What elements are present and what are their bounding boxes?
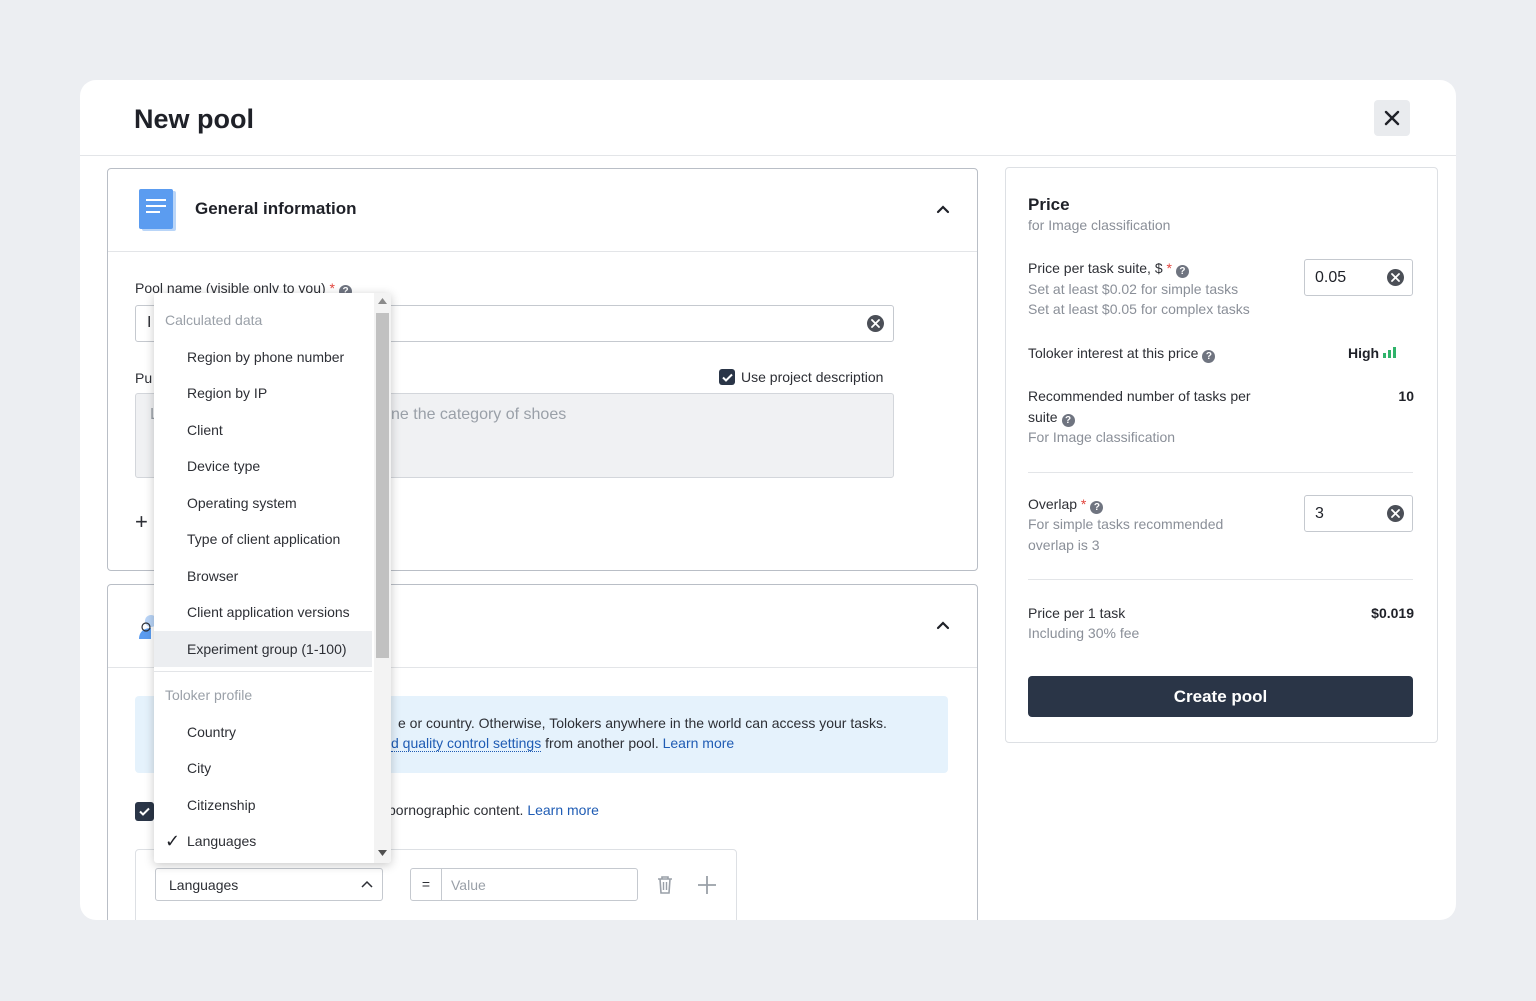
- info-line-1: e or country. Otherwise, Tolokers anywhe…: [398, 715, 887, 731]
- add-icon[interactable]: [697, 875, 717, 895]
- adult-learn-more-link[interactable]: Learn more: [527, 802, 599, 818]
- price-per-suite-value: 0.05: [1315, 269, 1347, 286]
- scroll-up-arrow-icon[interactable]: [378, 298, 387, 304]
- dropdown-item-operating-system[interactable]: Operating system: [154, 485, 372, 521]
- check-icon: [139, 807, 150, 816]
- dropdown-item-languages[interactable]: ✓ Languages: [154, 823, 372, 859]
- use-project-description-option[interactable]: Use project description: [719, 369, 883, 385]
- required-asterisk: *: [1166, 260, 1172, 276]
- filter-value-input[interactable]: = Value: [410, 868, 638, 901]
- price-per-task-label: Price per 1 task: [1028, 605, 1126, 621]
- filter-field-dropdown: Calculated data Region by phone number R…: [154, 293, 391, 863]
- price-per-task-sub: Including 30% fee: [1028, 625, 1140, 641]
- divider: [1028, 579, 1413, 580]
- dropdown-item-device-type[interactable]: Device type: [154, 448, 372, 484]
- dropdown-item-country[interactable]: Country: [154, 714, 372, 750]
- help-icon[interactable]: ?: [1061, 414, 1075, 427]
- dropdown-item-region-by-ip[interactable]: Region by IP: [154, 375, 372, 411]
- dropdown-scroll-thumb[interactable]: [376, 313, 389, 658]
- dropdown-separator: [154, 671, 372, 672]
- recommended-tasks-label-1: Recommended number of tasks per: [1028, 388, 1251, 404]
- clear-icon[interactable]: [1387, 505, 1404, 522]
- price-per-suite-label-text: Price per task suite, $: [1028, 260, 1163, 276]
- toloker-interest-level: High: [1348, 345, 1397, 361]
- modal-title: New pool: [134, 104, 254, 134]
- recommended-tasks-sub: For Image classification: [1028, 429, 1176, 445]
- recommended-tasks-label-2-text: suite: [1028, 409, 1058, 425]
- general-information-header[interactable]: General information: [108, 169, 977, 252]
- dropdown-item-client-app-type[interactable]: Type of client application: [154, 521, 372, 557]
- filter-value-placeholder: Value: [451, 877, 486, 893]
- dropdown-group-toloker-profile: Toloker profile: [165, 687, 253, 703]
- close-icon: [1384, 110, 1400, 126]
- create-pool-button[interactable]: Create pool: [1028, 676, 1413, 717]
- dropdown-item-client-app-versions[interactable]: Client application versions: [154, 594, 372, 630]
- price-per-suite-label: Price per task suite, $ *?: [1028, 260, 1189, 278]
- general-information-title: General information: [195, 199, 357, 218]
- price-title: Price: [1028, 195, 1070, 214]
- overlap-label-text: Overlap: [1028, 496, 1078, 512]
- help-icon[interactable]: ?: [1175, 265, 1189, 278]
- dropdown-item-region-by-phone[interactable]: Region by phone number: [154, 339, 372, 375]
- dropdown-item-browser[interactable]: Browser: [154, 558, 372, 594]
- divider: [1028, 472, 1413, 473]
- clear-icon[interactable]: [867, 315, 884, 332]
- overlap-input[interactable]: 3: [1304, 495, 1413, 532]
- dropdown-item-languages-label: Languages: [187, 833, 257, 849]
- overlap-label: Overlap *?: [1028, 496, 1104, 514]
- pool-name-value: I: [147, 314, 152, 331]
- learn-more-link[interactable]: Learn more: [663, 735, 735, 751]
- info-line-2: d quality control settings from another …: [391, 735, 735, 752]
- use-project-description-checkbox[interactable]: [719, 369, 735, 385]
- price-hint-simple: Set at least $0.02 for simple tasks: [1028, 281, 1239, 297]
- price-subtitle: for Image classification: [1028, 217, 1171, 233]
- info-line-2-text: from another pool.: [541, 735, 663, 751]
- dropdown-item-citizenship[interactable]: Citizenship: [154, 787, 372, 823]
- chevron-up-icon[interactable]: [935, 617, 951, 633]
- chevron-up-icon[interactable]: [935, 201, 951, 217]
- toloker-interest-label: Toloker interest at this price?: [1028, 345, 1216, 363]
- dropdown-item-city[interactable]: City: [154, 750, 372, 786]
- price-hint-complex: Set at least $0.05 for complex tasks: [1028, 301, 1250, 317]
- trash-icon[interactable]: [656, 875, 674, 895]
- price-per-suite-input[interactable]: 0.05: [1304, 259, 1413, 296]
- filter-field-value: Languages: [169, 877, 239, 893]
- textarea-fragment-text: ne the category of shoes: [391, 406, 567, 423]
- overlap-hint-2: overlap is 3: [1028, 537, 1100, 553]
- adult-content-label: pornographic content.: [388, 802, 528, 818]
- dropdown-item-client[interactable]: Client: [154, 412, 372, 448]
- adult-content-text: pornographic content. Learn more: [388, 802, 599, 818]
- help-icon[interactable]: ?: [1090, 501, 1104, 514]
- document-icon: [139, 189, 176, 231]
- clear-icon[interactable]: [1387, 269, 1404, 286]
- signal-bars-icon: [1383, 347, 1397, 358]
- filter-operator[interactable]: =: [411, 869, 442, 900]
- price-panel: Price for Image classification Price per…: [1005, 167, 1438, 743]
- dropdown-item-experiment-group[interactable]: Experiment group (1-100): [154, 631, 372, 667]
- checkmark-icon: ✓: [165, 831, 181, 851]
- help-icon[interactable]: ?: [1202, 350, 1216, 363]
- price-per-task-value: $0.019: [1371, 605, 1414, 621]
- adult-content-checkbox[interactable]: [135, 802, 154, 821]
- recommended-tasks-label-2: suite?: [1028, 409, 1075, 427]
- check-icon: [721, 373, 733, 382]
- recommended-tasks-value: 10: [1398, 388, 1414, 404]
- filter-field-select[interactable]: Languages: [155, 868, 383, 901]
- chevron-up-icon: [361, 880, 373, 888]
- public-description-label: Pu: [135, 370, 153, 386]
- use-project-description-label: Use project description: [741, 369, 884, 385]
- toloker-interest-label-text: Toloker interest at this price: [1028, 345, 1199, 361]
- overlap-value: 3: [1315, 505, 1324, 522]
- overlap-hint-1: For simple tasks recommended: [1028, 516, 1224, 532]
- scroll-down-arrow-icon[interactable]: [378, 850, 387, 856]
- dropdown-group-calculated-data: Calculated data: [165, 312, 263, 328]
- toloker-interest-value: High: [1348, 345, 1380, 361]
- modal-header: New pool: [80, 80, 1456, 156]
- quality-control-settings-link[interactable]: d quality control settings: [391, 735, 542, 752]
- required-asterisk: *: [1080, 496, 1087, 512]
- close-button[interactable]: [1374, 100, 1410, 136]
- add-icon[interactable]: +: [135, 509, 148, 535]
